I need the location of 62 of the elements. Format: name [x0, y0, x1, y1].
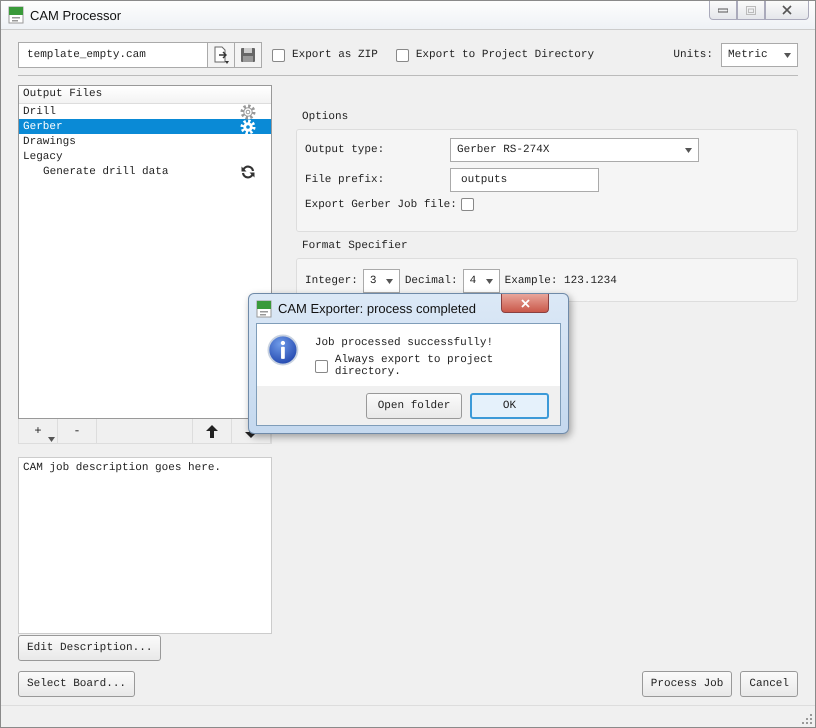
field-label: Integer: — [305, 275, 358, 287]
dialog-title: CAM Exporter: process completed — [278, 301, 476, 316]
cancel-button[interactable]: Cancel — [740, 671, 798, 697]
tree-item[interactable]: Drawings — [19, 134, 271, 149]
caret-icon — [48, 437, 55, 442]
close-icon — [520, 298, 530, 308]
info-icon — [267, 333, 299, 367]
caret-icon — [486, 278, 493, 284]
checkbox-label: Export as ZIP — [292, 49, 378, 61]
tree-item[interactable]: Drill — [19, 104, 271, 119]
dialog-button[interactable]: OK — [470, 392, 549, 418]
field-label: Decimal: — [404, 275, 458, 287]
remove-button[interactable]: - — [58, 419, 97, 443]
checkbox-label: Export to Project Directory — [416, 49, 594, 61]
job-file-field[interactable]: template_empty.cam — [18, 42, 208, 68]
tree-header: Output Files — [19, 86, 271, 104]
units-label: Units: — [673, 49, 713, 61]
refresh-icon[interactable] — [240, 164, 256, 180]
group-title: Options — [301, 111, 350, 123]
close-button[interactable] — [765, 1, 809, 20]
tree-item[interactable]: Gerber — [19, 119, 271, 134]
save-button[interactable] — [235, 42, 262, 68]
integer-dropdown[interactable]: 3 — [362, 269, 400, 293]
select-board-button[interactable]: Select Board... — [18, 671, 136, 697]
checkbox-label: Always export to project directory. — [334, 354, 494, 378]
minimize-button[interactable] — [709, 1, 737, 20]
dialog-message: Job processed successfully! — [314, 337, 494, 349]
window-title: CAM Processor — [30, 8, 122, 22]
gear-icon[interactable] — [240, 104, 256, 120]
process-job-button[interactable]: Process Job — [642, 671, 732, 697]
field-label: Export Gerber Job file: — [305, 198, 457, 210]
checkbox[interactable] — [272, 48, 285, 62]
tree-item[interactable]: Legacy — [19, 149, 271, 164]
close-button[interactable] — [501, 294, 549, 313]
checkbox[interactable] — [314, 360, 328, 372]
dialog-button[interactable]: Open folder — [366, 392, 462, 418]
close-icon — [782, 5, 792, 15]
minimize-icon — [718, 7, 728, 13]
edit-description-button[interactable]: Edit Description... — [18, 635, 162, 661]
field-label: File prefix: — [305, 174, 386, 186]
caret-icon — [784, 52, 791, 58]
output-type-dropdown[interactable]: Gerber RS-274X — [450, 138, 699, 162]
file-arrow-icon — [213, 46, 229, 64]
field-label: Output type: — [305, 144, 386, 156]
app-icon — [8, 6, 24, 24]
open-file-button[interactable] — [208, 42, 235, 68]
add-button[interactable]: + — [19, 419, 58, 443]
maximize-icon — [746, 6, 756, 14]
checkbox[interactable] — [460, 198, 474, 211]
units-dropdown[interactable]: Metric — [721, 43, 798, 67]
app-icon — [256, 300, 272, 318]
tree-item[interactable]: Generate drill data — [19, 164, 271, 179]
resize-grip-icon[interactable] — [802, 714, 812, 724]
example-text: Example: 123.1234 — [504, 275, 617, 287]
caret-icon — [386, 278, 393, 284]
group-title: Format Specifier — [301, 240, 409, 252]
decimal-dropdown[interactable]: 4 — [462, 269, 500, 293]
checkbox[interactable] — [396, 48, 409, 62]
description-field[interactable]: CAM job description goes here. — [18, 457, 272, 634]
caret-icon — [685, 148, 692, 152]
file-prefix-field[interactable]: outputs — [450, 168, 599, 192]
arrow-up-icon — [206, 424, 218, 438]
